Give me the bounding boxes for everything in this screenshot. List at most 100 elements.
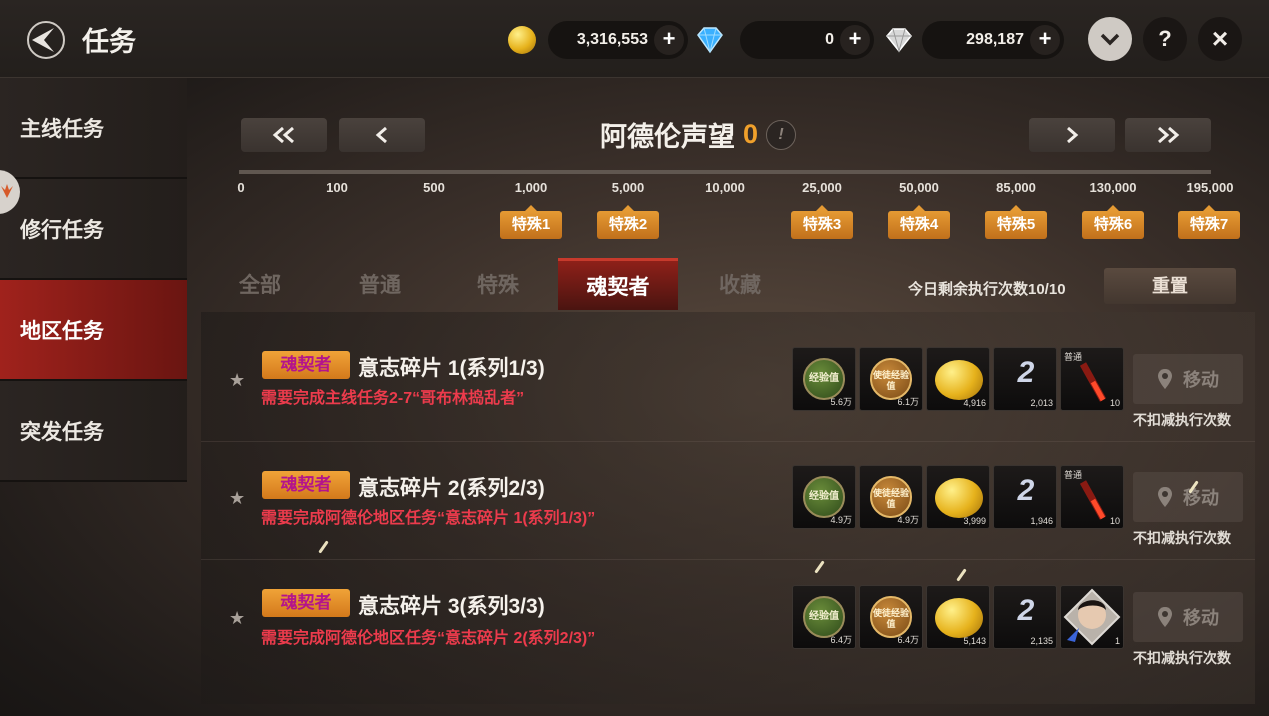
reward-amount: 5,143 — [963, 636, 986, 646]
back-button[interactable] — [22, 19, 70, 61]
reward-item[interactable]: 2 1,946 — [993, 465, 1057, 529]
add-diamond-button[interactable]: + — [1030, 25, 1060, 55]
reward-amount: 4.9万 — [897, 515, 919, 525]
disciple-exp-icon: 使徒经验值 — [870, 358, 912, 400]
no-deduct-note: 不扣减执行次数 — [1133, 650, 1231, 666]
back-arrow-icon — [27, 21, 65, 59]
reward-disciple-exp[interactable]: 使徒经验值 6.4万 — [859, 585, 923, 649]
sidebar-item-label: 地区任务 — [20, 319, 104, 343]
reward-amount: 10 — [1109, 398, 1120, 408]
exp-icon: 经验值 — [803, 596, 845, 638]
tick-label: 1,000 — [514, 180, 548, 195]
disciple-exp-icon: 使徒经验值 — [870, 476, 912, 518]
sidebar-item-region-quest[interactable]: 地区任务 — [0, 280, 187, 381]
quest-requirement: 需要完成主线任务2-7“哥布林捣乱者” — [261, 390, 525, 407]
reward-amount: 5.6万 — [830, 397, 852, 407]
blue-gem-amount: 0 — [825, 31, 834, 48]
remaining-count: 今日剩余执行次数10/10 — [908, 281, 1066, 298]
reward-amount: 6.4万 — [897, 635, 919, 645]
info-icon[interactable]: ! — [766, 119, 797, 150]
quest-type-badge: 魂契者 — [262, 471, 350, 499]
move-button[interactable]: 移动 — [1133, 354, 1243, 404]
first-page-button[interactable] — [241, 118, 327, 152]
diamond-counter: 298,187 + — [922, 21, 1064, 59]
reputation-name: 阿德伦声望 — [600, 122, 735, 152]
sidebar-item-event-quest[interactable]: 突发任务 — [0, 381, 187, 482]
reward-potion[interactable]: 普通 10 — [1060, 465, 1124, 529]
prev-page-button[interactable] — [339, 118, 425, 152]
close-button[interactable]: × — [1198, 17, 1242, 61]
double-chevron-left-icon — [272, 126, 294, 144]
favorite-star-icon[interactable]: ★ — [229, 370, 245, 391]
favorite-star-icon[interactable]: ★ — [229, 608, 245, 629]
reward-disciple-exp[interactable]: 使徒经验值 6.1万 — [859, 347, 923, 411]
gold-coin-icon — [935, 598, 983, 638]
help-button[interactable]: ? — [1143, 17, 1187, 61]
quest-row[interactable]: ★ 魂契者 意志碎片 1(系列1/3) 需要完成主线任务2-7“哥布林捣乱者” … — [201, 324, 1255, 442]
reputation-progress-bar — [239, 170, 1211, 174]
special-reward-marker[interactable]: 特殊2 — [597, 205, 659, 239]
diamond-amount: 298,187 — [966, 31, 1024, 48]
add-gold-button[interactable]: + — [654, 25, 684, 55]
special-reward-marker[interactable]: 特殊3 — [791, 205, 853, 239]
reward-disciple-exp[interactable]: 使徒经验值 4.9万 — [859, 465, 923, 529]
special-reward-marker[interactable]: 特殊1 — [500, 205, 562, 239]
special-reward-marker[interactable]: 特殊5 — [985, 205, 1047, 239]
reputation-value: 0 — [743, 119, 759, 149]
tab-normal[interactable]: 普通 — [336, 258, 424, 310]
dropdown-button[interactable] — [1088, 17, 1132, 61]
tick-label: 5,000 — [611, 180, 645, 195]
reward-amount: 4,916 — [963, 398, 986, 408]
tick-label: 130,000 — [1089, 180, 1137, 195]
tick-label: 50,000 — [899, 180, 939, 195]
tab-soul-contractor[interactable]: 魂契者 — [558, 258, 678, 310]
tick-label: 25,000 — [802, 180, 842, 195]
reward-item[interactable]: 2 2,013 — [993, 347, 1057, 411]
add-blue-gem-button[interactable]: + — [840, 25, 870, 55]
reward-exp[interactable]: 经验值 5.6万 — [792, 347, 856, 411]
tab-special[interactable]: 特殊 — [454, 258, 542, 310]
special-reward-marker[interactable]: 特殊4 — [888, 205, 950, 239]
reward-character-portrait[interactable]: 1 — [1060, 585, 1124, 649]
diamond-icon — [884, 27, 914, 58]
quest-row[interactable]: ★ 魂契者 意志碎片 3(系列3/3) 需要完成阿德伦地区任务“意志碎片 2(系… — [201, 562, 1255, 680]
reward-item[interactable]: 2 2,135 — [993, 585, 1057, 649]
sidebar-item-main-quest[interactable]: 主线任务 — [0, 78, 187, 179]
reward-gold[interactable]: 3,999 — [926, 465, 990, 529]
tick-label: 500 — [423, 180, 445, 195]
quest-title: 意志碎片 2(系列2/3) — [358, 477, 545, 500]
roman-numeral-icon: 2 — [1017, 356, 1035, 389]
sidebar-item-training-quest[interactable]: 修行任务 — [0, 179, 187, 280]
move-button[interactable]: 移动 — [1133, 472, 1243, 522]
move-button[interactable]: 移动 — [1133, 592, 1243, 642]
reward-gold[interactable]: 5,143 — [926, 585, 990, 649]
tick-label: 10,000 — [705, 180, 745, 195]
last-page-button[interactable] — [1125, 118, 1211, 152]
tab-all[interactable]: 全部 — [216, 258, 304, 310]
reward-amount: 6.4万 — [830, 635, 852, 645]
reward-potion[interactable]: 普通 10 — [1060, 347, 1124, 411]
emblem-icon — [1, 184, 13, 198]
tick-label: 195,000 — [1186, 180, 1234, 195]
sidebar-item-label: 突发任务 — [20, 420, 104, 444]
potion-icon — [1079, 480, 1107, 520]
reward-exp[interactable]: 经验值 4.9万 — [792, 465, 856, 529]
move-label: 移动 — [1183, 608, 1219, 628]
special-reward-marker[interactable]: 特殊6 — [1082, 205, 1144, 239]
tab-favorites[interactable]: 收藏 — [696, 258, 784, 310]
special-reward-marker[interactable]: 特殊7 — [1178, 205, 1240, 239]
quest-row[interactable]: ★ 魂契者 意志碎片 2(系列2/3) 需要完成阿德伦地区任务“意志碎片 1(系… — [201, 442, 1255, 560]
reward-amount: 6.1万 — [897, 397, 919, 407]
quest-requirement: 需要完成阿德伦地区任务“意志碎片 1(系列1/3)” — [261, 510, 596, 527]
location-pin-icon — [1158, 487, 1172, 507]
sidebar-item-label: 修行任务 — [20, 218, 104, 242]
next-page-button[interactable] — [1029, 118, 1115, 152]
move-label: 移动 — [1183, 488, 1219, 508]
reward-exp[interactable]: 经验值 6.4万 — [792, 585, 856, 649]
reset-button[interactable]: 重置 — [1104, 268, 1236, 304]
tick-label: 85,000 — [996, 180, 1036, 195]
reward-amount: 4.9万 — [830, 515, 852, 525]
reward-gold[interactable]: 4,916 — [926, 347, 990, 411]
exp-icon: 经验值 — [803, 358, 845, 400]
favorite-star-icon[interactable]: ★ — [229, 488, 245, 509]
